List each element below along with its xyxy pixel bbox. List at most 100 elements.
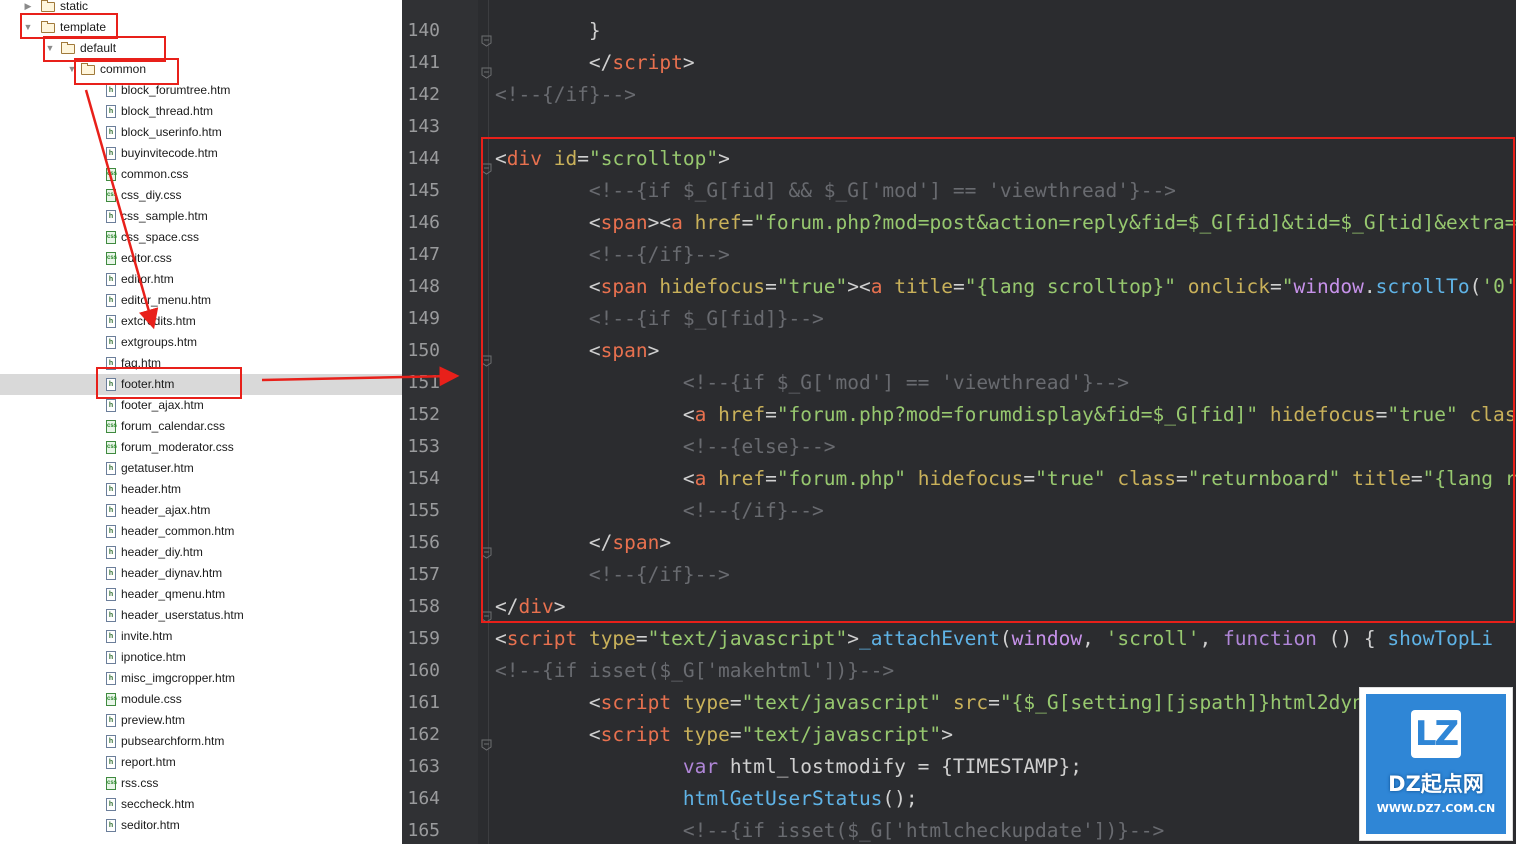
tree-file-item[interactable]: css css_diy.css	[0, 185, 402, 206]
htm-file-icon: h	[106, 525, 116, 538]
line-number: 151	[407, 372, 440, 393]
htm-file-icon: h	[106, 84, 116, 97]
tree-file-item[interactable]: h editor_menu.htm	[0, 290, 402, 311]
tree-file-item[interactable]: h extcredits.htm	[0, 311, 402, 332]
tree-file-item[interactable]: h header_diynav.htm	[0, 563, 402, 584]
tree-file-item[interactable]: css forum_moderator.css	[0, 437, 402, 458]
tree-item-label: header_diy.htm	[121, 545, 203, 559]
code-text: <!--{if isset($_G['htmlcheckupdate'])}--…	[495, 819, 1165, 842]
tree-file-item[interactable]: css common.css	[0, 164, 402, 185]
tree-item-label: extcredits.htm	[121, 314, 196, 328]
css-file-icon: css	[106, 189, 117, 202]
tree-file-item[interactable]: h header_common.htm	[0, 521, 402, 542]
tree-file-item[interactable]: h buyinvitecode.htm	[0, 143, 402, 164]
tree-file-item[interactable]: h getatuser.htm	[0, 458, 402, 479]
watermark-lz-icon: LZ	[1411, 710, 1461, 758]
line-number: 165	[407, 820, 440, 841]
tree-file-item[interactable]: h editor.htm	[0, 269, 402, 290]
line-number: 140	[407, 20, 440, 41]
line-number: 144	[407, 148, 440, 169]
tree-file-item[interactable]: h header_qmenu.htm	[0, 584, 402, 605]
line-number: 157	[407, 564, 440, 585]
code-text: <!--{if isset($_G['makehtml'])}-->	[495, 659, 895, 682]
htm-file-icon: h	[106, 399, 116, 412]
code-line[interactable]: 141 </script>	[402, 47, 1516, 79]
code-text: <script type="text/javascript">	[495, 723, 953, 746]
tree-item-label: pubsearchform.htm	[121, 734, 225, 748]
tree-file-item[interactable]: css forum_calendar.css	[0, 416, 402, 437]
fold-marker-icon[interactable]	[481, 729, 492, 751]
code-line[interactable]: 163 var html_lostmodify = {TIMESTAMP};	[402, 751, 1516, 783]
code-text: htmlGetUserStatus();	[682, 787, 918, 810]
code-line[interactable]: 140 }	[402, 15, 1516, 47]
tree-file-item[interactable]: h invite.htm	[0, 626, 402, 647]
tree-file-item[interactable]: css css_space.css	[0, 227, 402, 248]
line-number: 161	[407, 692, 440, 713]
css-file-icon: css	[106, 420, 117, 433]
htm-file-icon: h	[106, 504, 116, 517]
tree-item-label: seditor.htm	[121, 818, 180, 832]
fold-marker-icon[interactable]	[481, 25, 492, 47]
tree-file-item[interactable]: h misc_imgcropper.htm	[0, 668, 402, 689]
tree-item-label: report.htm	[121, 755, 176, 769]
tree-file-item[interactable]: h block_thread.htm	[0, 101, 402, 122]
line-number: 145	[407, 180, 440, 201]
code-line[interactable]: 160 <!--{if isset($_G['makehtml'])}-->	[402, 655, 1516, 687]
tree-file-item[interactable]: h header_ajax.htm	[0, 500, 402, 521]
htm-file-icon: h	[106, 336, 116, 349]
css-file-icon: css	[106, 231, 117, 244]
tree-file-item[interactable]: h seditor.htm	[0, 815, 402, 836]
htm-file-icon: h	[106, 651, 116, 664]
code-text: </script>	[495, 51, 695, 74]
htm-file-icon: h	[106, 630, 116, 643]
code-line[interactable]: 161 <script type="text/javascript" src="…	[402, 687, 1516, 719]
tree-item-label: ipnotice.htm	[121, 650, 186, 664]
tree-file-item[interactable]: css editor.css	[0, 248, 402, 269]
code-line[interactable]: 162 <script type="text/javascript">	[402, 719, 1516, 751]
tree-file-item[interactable]: h block_userinfo.htm	[0, 122, 402, 143]
fold-marker-icon[interactable]	[481, 57, 492, 79]
tree-file-item[interactable]: h ipnotice.htm	[0, 647, 402, 668]
tree-item-label: common.css	[121, 167, 189, 181]
tree-file-item[interactable]: h report.htm	[0, 752, 402, 773]
line-number: 156	[407, 532, 440, 553]
line-number: 146	[407, 212, 440, 233]
css-file-icon: css	[106, 441, 117, 454]
code-line[interactable]: 165 <!--{if isset($_G['htmlcheckupdate']…	[402, 815, 1516, 844]
line-number: 164	[407, 788, 440, 809]
tree-item-label: rss.css	[121, 776, 159, 790]
tree-file-item[interactable]: h css_sample.htm	[0, 206, 402, 227]
tree-file-item[interactable]: h seccheck.htm	[0, 794, 402, 815]
htm-file-icon: h	[106, 147, 116, 160]
tree-item-label: block_userinfo.htm	[121, 125, 222, 139]
htm-file-icon: h	[106, 756, 116, 769]
tree-item-label: editor.htm	[121, 272, 174, 286]
tree-file-item[interactable]: h pubsearchform.htm	[0, 731, 402, 752]
tree-file-item[interactable]: h preview.htm	[0, 710, 402, 731]
htm-file-icon: h	[106, 294, 116, 307]
line-number: 142	[407, 84, 440, 105]
code-text: <script type="text/javascript">_attachEv…	[495, 627, 1494, 650]
tree-item-label: buyinvitecode.htm	[121, 146, 218, 160]
tree-file-item[interactable]: css rss.css	[0, 773, 402, 794]
tree-file-item[interactable]: h header_userstatus.htm	[0, 605, 402, 626]
code-line[interactable]: 164 htmlGetUserStatus();	[402, 783, 1516, 815]
tree-item-label: getatuser.htm	[121, 461, 194, 475]
line-number: 154	[407, 468, 440, 489]
tree-file-item[interactable]: h extgroups.htm	[0, 332, 402, 353]
highlight-scrolltop-block	[481, 137, 1515, 623]
tree-file-item[interactable]: h header.htm	[0, 479, 402, 500]
tree-item-label: misc_imgcropper.htm	[121, 671, 236, 685]
line-number: 141	[407, 52, 440, 73]
tree-item-label: css_sample.htm	[121, 209, 208, 223]
line-number: 149	[407, 308, 440, 329]
tree-file-item[interactable]: h header_diy.htm	[0, 542, 402, 563]
tree-item-label: css_space.css	[121, 230, 200, 244]
tree-file-item[interactable]: h block_forumtree.htm	[0, 80, 402, 101]
line-number: 148	[407, 276, 440, 297]
tree-file-item[interactable]: css module.css	[0, 689, 402, 710]
code-line[interactable]: 142 <!--{/if}-->	[402, 79, 1516, 111]
tree-folder-common[interactable]: ▼ common	[0, 59, 402, 80]
code-line[interactable]: 159 <script type="text/javascript">_attac…	[402, 623, 1516, 655]
code-text: <script type="text/javascript" src="{$_G…	[495, 691, 1388, 714]
